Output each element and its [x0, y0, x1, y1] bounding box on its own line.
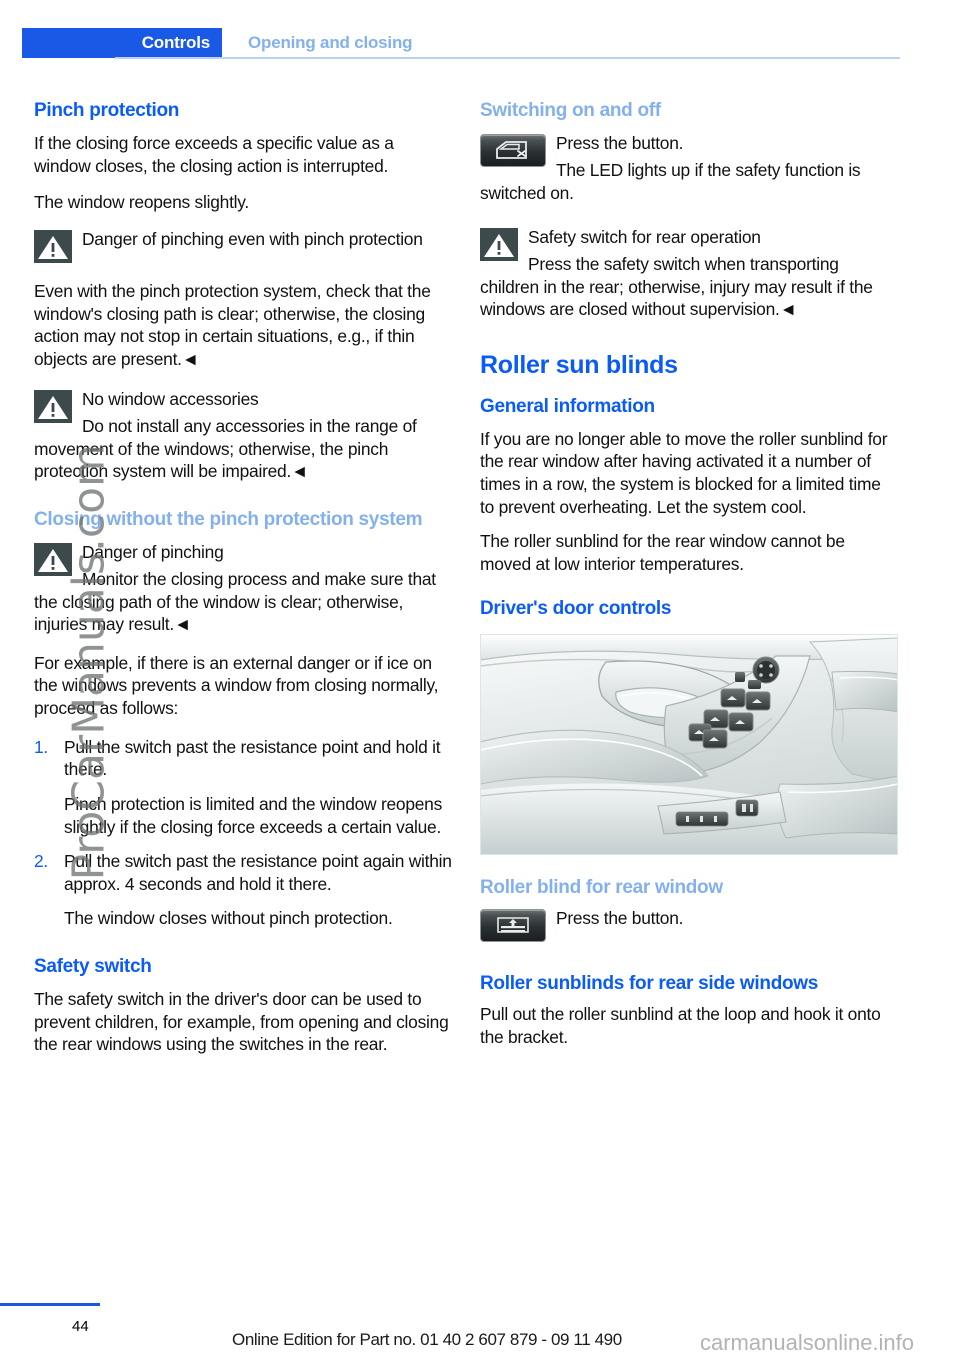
procedure-steps-list: 1. Pull the switch past the resistance p…: [34, 736, 452, 930]
header-divider: [115, 57, 900, 59]
instruction-block-safety-switch-button: Press the button. The LED lights up if t…: [480, 132, 898, 204]
instruction-block-roller-blind-button: Press the button.: [480, 907, 898, 947]
step-text: Pull the switch past the resistance poin…: [64, 736, 441, 780]
paragraph-sunblinds-side: Pull out the roller sunblind at the loop…: [480, 1003, 881, 1047]
page-number: 44: [72, 1318, 89, 1335]
warning-block-danger-of-pinching: Danger of pinching Monitor the closing p…: [34, 541, 452, 636]
breadcrumb-chapter: Controls: [22, 28, 222, 58]
warning-triangle-icon: [34, 390, 72, 424]
instruction-press-the-button: Press the button.: [556, 133, 684, 154]
warning-title-danger-of-pinching: Danger of pinching: [82, 542, 224, 563]
step-note: Pinch protection is limited and the wind…: [64, 793, 443, 837]
heading-roller-sunblinds-rear-side-windows: Roller sunblinds for rear side windows: [480, 972, 819, 994]
warning-title-pinch-danger: Danger of pinching even with pinch prote…: [82, 228, 423, 249]
breadcrumb-section: Opening and closing: [248, 33, 413, 52]
warning-title-safety-switch-rear: Safety switch for rear operation: [528, 227, 761, 248]
warning-triangle-icon: [34, 543, 72, 577]
paragraph-pinch-intro: If the closing force exceeds a specific …: [34, 133, 394, 176]
heading-general-information: General information: [480, 395, 655, 417]
car-door-safety-switch-icon: [480, 134, 546, 168]
drivers-door-illustration: [480, 633, 898, 855]
warning-triangle-icon: [480, 228, 518, 262]
heading-roller-sun-blinds: Roller sun blinds: [480, 350, 678, 379]
list-item: 1. Pull the switch past the resistance p…: [34, 736, 452, 781]
warning-block-no-accessories: No window accessories Do not install any…: [34, 388, 452, 483]
step-note: The window closes without pinch protecti…: [64, 908, 393, 929]
left-column: Pinch protection If the closing force ex…: [34, 100, 452, 1056]
step-text: Pull the switch past the resistance poin…: [64, 851, 452, 894]
paragraph-for-example: For example, if there is an external dan…: [34, 652, 439, 719]
paragraph-general-2: The roller sunblind for the rear window …: [480, 531, 845, 574]
warning-body-no-accessories: Do not install any accessories in the ra…: [34, 416, 417, 482]
paragraph-window-reopens: The window reopens slightly.: [34, 192, 250, 213]
footer-edition-text: Online Edition for Part no. 01 40 2 607 …: [232, 1330, 622, 1349]
warning-title-no-accessories: No window accessories: [82, 389, 259, 410]
step-number: 1.: [34, 736, 49, 757]
rear-window-blind-icon: [480, 908, 546, 942]
warning-block-safety-switch-rear: Safety switch for rear operation Press t…: [480, 226, 898, 321]
heading-drivers-door-controls: Driver's door controls: [480, 597, 672, 619]
warning-block-pinch-danger: Danger of pinching even with pinch prote…: [34, 228, 452, 268]
warning-body-safety-switch-rear: Press the safety switch when transportin…: [480, 253, 873, 320]
paragraph-safety-switch: The safety switch in the driver's door c…: [34, 989, 449, 1055]
heading-pinch-protection: Pinch protection: [34, 100, 180, 121]
paragraph-general-1: If you are no longer able to move the ro…: [480, 428, 888, 517]
warning-body-pinch-danger: Even with the pinch protection system, c…: [34, 280, 431, 369]
step-number: 2.: [34, 851, 49, 872]
instruction-press-the-button-2: Press the button.: [556, 907, 684, 928]
warning-triangle-icon: [34, 229, 72, 263]
heading-safety-switch: Safety switch: [34, 956, 152, 978]
right-column: Switching on and off Press the button. T…: [480, 100, 898, 1048]
footer-divider: [0, 1303, 100, 1306]
heading-closing-without-pinch-protection: Closing without the pinch protection sys…: [34, 508, 423, 530]
list-item: 2. Pull the switch past the resistance p…: [34, 850, 452, 895]
heading-switching-on-and-off: Switching on and off: [480, 100, 661, 121]
watermark-carmanualsonline: carmanualsonline.info: [700, 1330, 915, 1355]
heading-roller-blind-rear-window: Roller blind for rear window: [480, 876, 723, 898]
page-header: Controls Opening and closing: [0, 28, 960, 58]
warning-body-danger-of-pinching: Monitor the closing process and make sur…: [34, 568, 436, 635]
